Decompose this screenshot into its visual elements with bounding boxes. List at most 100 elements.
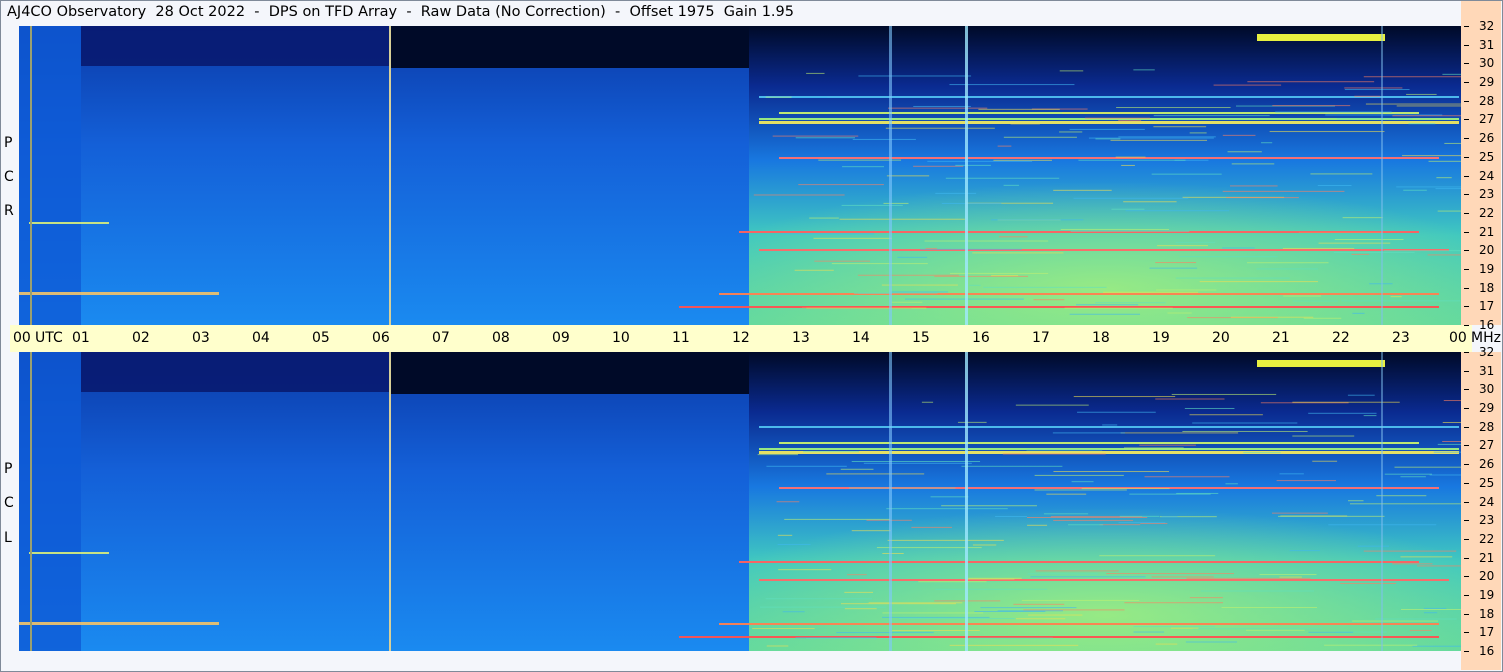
signal-streak bbox=[913, 166, 963, 167]
frequency-tick-label: 23 bbox=[1479, 513, 1494, 527]
signal-streak bbox=[826, 473, 924, 474]
interference-line bbox=[739, 561, 1419, 563]
signal-streak bbox=[969, 638, 1053, 639]
signal-streak bbox=[760, 607, 886, 608]
signal-streak bbox=[1193, 628, 1322, 629]
signal-streak bbox=[1442, 74, 1461, 75]
interference-line bbox=[719, 623, 1439, 625]
signal-streak bbox=[1340, 583, 1396, 584]
signal-streak bbox=[1035, 475, 1124, 476]
signal-streak bbox=[795, 270, 834, 271]
interference-line bbox=[779, 442, 1419, 444]
signal-streak bbox=[1095, 302, 1166, 303]
signal-streak bbox=[854, 293, 892, 294]
signal-streak bbox=[836, 632, 933, 633]
signal-streak bbox=[1030, 576, 1145, 577]
signal-streak bbox=[777, 501, 800, 502]
time-tick-label: 22 bbox=[1332, 330, 1350, 346]
signal-streak bbox=[1004, 137, 1077, 138]
signal-streak bbox=[1443, 422, 1461, 423]
signal-streak bbox=[1299, 232, 1383, 233]
vertical-artifact bbox=[1381, 26, 1383, 325]
signal-streak bbox=[1352, 621, 1438, 622]
signal-streak bbox=[1280, 473, 1304, 474]
signal-streak bbox=[1293, 300, 1338, 301]
signal-streak bbox=[1259, 574, 1316, 575]
signal-streak bbox=[1035, 489, 1127, 490]
frequency-tick-label: 16 bbox=[1479, 318, 1494, 332]
signal-streak bbox=[1385, 474, 1432, 475]
signal-streak bbox=[853, 139, 916, 140]
signal-streak bbox=[1033, 299, 1064, 300]
signal-streak bbox=[1228, 151, 1262, 152]
signal-streak bbox=[1016, 618, 1065, 619]
frequency-tick bbox=[1464, 63, 1469, 64]
signal-streak bbox=[888, 108, 987, 109]
signal-streak bbox=[1070, 129, 1145, 130]
signal-streak bbox=[941, 505, 1037, 506]
frequency-tick bbox=[1464, 101, 1469, 102]
vertical-artifact bbox=[889, 26, 892, 325]
signal-streak bbox=[1157, 245, 1208, 246]
frequency-tick bbox=[1464, 194, 1469, 195]
frequency-tick bbox=[1464, 45, 1469, 46]
signal-streak bbox=[1185, 408, 1235, 409]
signal-streak bbox=[1319, 243, 1391, 244]
signal-streak bbox=[1223, 135, 1256, 136]
time-tick-label: 19 bbox=[1152, 330, 1170, 346]
signal-streak bbox=[1225, 483, 1237, 484]
signal-streak bbox=[1099, 555, 1215, 556]
lcp-letter-p: P bbox=[4, 461, 12, 477]
frequency-tick-label: 22 bbox=[1479, 532, 1494, 546]
time-tick-label: UTC bbox=[35, 330, 63, 346]
signal-streak bbox=[1428, 254, 1461, 255]
signal-streak bbox=[1124, 602, 1223, 603]
signal-streak bbox=[1116, 107, 1230, 108]
signal-streak bbox=[1013, 604, 1064, 605]
signal-streak bbox=[961, 466, 1062, 467]
signal-streak bbox=[818, 160, 901, 161]
frequency-tick-label: 32 bbox=[1479, 19, 1494, 33]
signal-streak bbox=[1112, 209, 1145, 210]
signal-streak bbox=[1214, 85, 1282, 86]
signal-streak bbox=[1077, 412, 1156, 413]
signal-streak bbox=[1277, 480, 1336, 481]
signal-streak bbox=[1065, 308, 1173, 309]
frequency-tick-label: 23 bbox=[1479, 187, 1494, 201]
signal-streak bbox=[1406, 94, 1437, 95]
signal-streak bbox=[935, 589, 1047, 590]
frequency-tick-label: 18 bbox=[1479, 281, 1494, 295]
time-tick-label: 16 bbox=[972, 330, 990, 346]
signal-streak bbox=[803, 451, 859, 452]
signal-streak bbox=[1345, 89, 1410, 90]
interference-line bbox=[719, 293, 1439, 295]
time-tick-label: 06 bbox=[372, 330, 390, 346]
signal-streak bbox=[1400, 476, 1425, 477]
signal-streak bbox=[796, 137, 855, 138]
signal-streak bbox=[766, 97, 792, 98]
frequency-tick bbox=[1464, 651, 1469, 652]
signal-streak bbox=[1369, 283, 1392, 284]
lcp-spectrogram bbox=[19, 352, 1461, 651]
lcp-letter-l: L bbox=[4, 530, 12, 546]
signal-streak bbox=[1434, 452, 1461, 453]
signal-streak bbox=[864, 463, 972, 464]
signal-streak bbox=[1358, 546, 1389, 547]
signal-streak bbox=[840, 219, 965, 220]
signal-streak bbox=[1004, 185, 1019, 186]
interference-line bbox=[759, 121, 1459, 124]
frequency-tick bbox=[1464, 352, 1469, 353]
frequency-tick-label: 22 bbox=[1479, 206, 1494, 220]
frequency-tick bbox=[1464, 427, 1469, 428]
frequency-tick-label: 27 bbox=[1479, 438, 1494, 452]
signal-streak bbox=[983, 287, 1106, 288]
signal-streak bbox=[758, 454, 798, 455]
signal-streak bbox=[1171, 628, 1199, 629]
signal-streak bbox=[1180, 256, 1278, 257]
interference-line bbox=[679, 306, 1439, 308]
signal-streak bbox=[1308, 632, 1353, 633]
signal-streak bbox=[1134, 626, 1215, 627]
signal-streak bbox=[882, 612, 983, 613]
signal-streak bbox=[778, 544, 811, 545]
interference-line bbox=[759, 579, 1449, 581]
